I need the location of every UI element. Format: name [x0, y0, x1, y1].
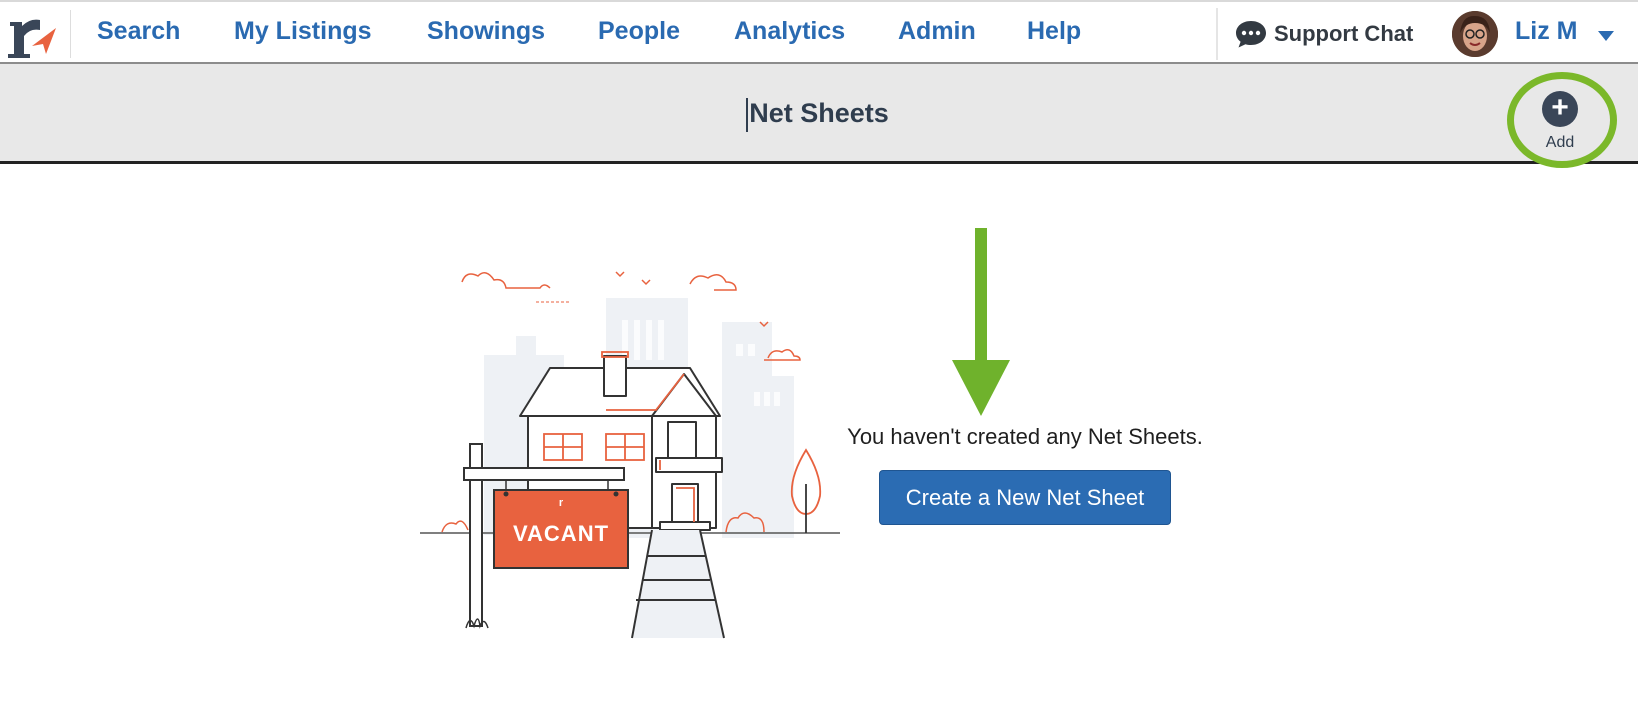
vacant-sign-text: VACANT	[513, 521, 609, 546]
support-chat-label: Support Chat	[1274, 21, 1414, 46]
logo-divider	[70, 10, 71, 58]
arrow-down-icon	[952, 228, 1010, 416]
text-cursor	[746, 98, 748, 132]
user-menu-name[interactable]: Liz M	[1515, 17, 1578, 46]
nav-showings[interactable]: Showings	[427, 17, 545, 46]
nav-people[interactable]: People	[598, 17, 680, 46]
create-net-sheet-button[interactable]: Create a New Net Sheet	[879, 470, 1171, 525]
nav-search[interactable]: Search	[97, 17, 180, 46]
add-button[interactable]: + Add	[1528, 76, 1592, 156]
logo-icon[interactable]	[4, 10, 64, 60]
nav-my-listings[interactable]: My Listings	[234, 17, 372, 46]
add-label: Add	[1545, 134, 1575, 151]
nav-admin[interactable]: Admin	[898, 17, 976, 46]
plus-icon: +	[1542, 91, 1578, 127]
page-title: Net Sheets	[749, 98, 889, 128]
avatar[interactable]	[1452, 11, 1498, 57]
chat-icon	[1236, 21, 1266, 48]
nav-analytics[interactable]: Analytics	[734, 17, 845, 46]
avatar-image	[1452, 11, 1498, 57]
top-navigation-bar: Search My Listings Showings People Analy…	[0, 0, 1638, 64]
chevron-down-icon[interactable]	[1597, 30, 1615, 42]
nav-divider	[1216, 8, 1218, 60]
nav-help[interactable]: Help	[1027, 17, 1081, 46]
svg-text:r: r	[559, 497, 564, 509]
support-chat-button[interactable]: Support Chat	[1234, 18, 1413, 50]
vacant-house-illustration: r VACANT	[420, 271, 840, 639]
page-header: Net Sheets	[0, 64, 1638, 164]
empty-state-message: You haven't created any Net Sheets.	[847, 424, 1203, 449]
